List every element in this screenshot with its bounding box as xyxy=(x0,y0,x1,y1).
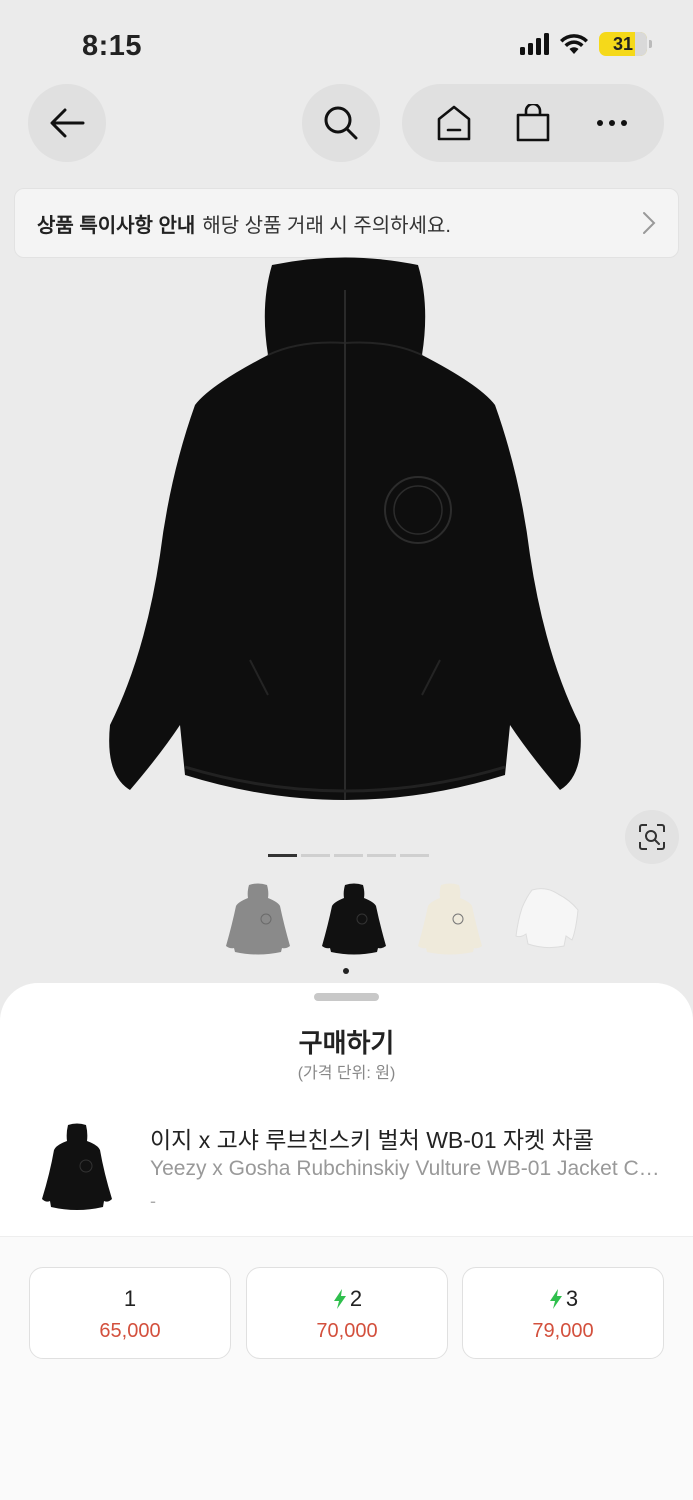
chevron-right-icon xyxy=(643,212,656,234)
size-value: 2 xyxy=(349,1286,363,1311)
product-name-en: Yeezy x Gosha Rubchinskiy Vulture WB-01 … xyxy=(150,1157,660,1180)
battery-level: 31 xyxy=(612,34,634,54)
nav-actions xyxy=(402,84,664,162)
lens-icon xyxy=(639,824,665,850)
size-value: 1 xyxy=(123,1286,137,1311)
size-price: 70,000 xyxy=(316,1320,378,1342)
product-notice-banner[interactable]: 상품 특이사항 안내 해당 상품 거래 시 주의하세요. xyxy=(14,188,679,258)
size-label: 2 xyxy=(247,1286,447,1312)
cart-button[interactable] xyxy=(503,93,563,153)
product-option: - xyxy=(150,1191,156,1211)
pager-dot xyxy=(400,854,429,857)
size-option-1[interactable]: 1 65,000 xyxy=(29,1267,231,1359)
pager-dot xyxy=(301,854,330,857)
battery-icon: 31 xyxy=(599,32,652,56)
notice-title: 상품 특이사항 안내 xyxy=(37,214,196,237)
size-value: 3 xyxy=(565,1286,579,1311)
image-pager xyxy=(268,854,429,857)
lightning-icon xyxy=(549,1289,562,1309)
home-button[interactable] xyxy=(424,93,484,153)
status-time: 8:15 xyxy=(82,30,143,62)
thumbnail-black[interactable] xyxy=(316,880,392,956)
arrow-left-icon xyxy=(50,108,85,138)
status-icons: 31 xyxy=(520,32,652,56)
thumbnail-white[interactable] xyxy=(508,880,584,956)
home-icon xyxy=(437,105,470,141)
jacket-gray-image xyxy=(226,883,290,955)
size-option-2[interactable]: 2 70,000 xyxy=(246,1267,448,1359)
more-button[interactable] xyxy=(582,93,642,153)
search-icon xyxy=(324,106,358,140)
product-thumbnail xyxy=(42,1123,112,1210)
jacket-cream-image xyxy=(418,883,482,955)
size-label: 1 xyxy=(30,1286,230,1312)
thumbnail-cream[interactable] xyxy=(412,880,488,956)
size-price: 65,000 xyxy=(99,1320,161,1342)
search-button[interactable] xyxy=(302,84,380,162)
pager-dot xyxy=(268,854,297,857)
price-unit-note: (가격 단위: 원) xyxy=(297,1065,396,1082)
purchase-sheet: 구매하기 (가격 단위: 원) 이지 x 고샤 루브친스키 벌처 WB-01 자… xyxy=(0,983,693,1500)
size-option-3[interactable]: 3 79,000 xyxy=(462,1267,664,1359)
sheet-handle[interactable] xyxy=(314,993,379,1001)
notice-text: 해당 상품 거래 시 주의하세요. xyxy=(202,214,451,237)
jacket-black-image xyxy=(322,883,386,955)
pager-dot xyxy=(334,854,363,857)
selected-thumbnail-indicator xyxy=(343,968,349,974)
color-thumbnails xyxy=(220,880,584,956)
sheet-title: 구매하기 xyxy=(298,1028,395,1058)
product-image[interactable] xyxy=(100,255,590,815)
wifi-icon xyxy=(560,34,588,54)
status-bar: 8:15 31 xyxy=(0,0,693,84)
size-options: 1 65,000 2 70,000 3 79,000 xyxy=(0,1236,693,1500)
back-button[interactable] xyxy=(28,84,106,162)
pager-dot xyxy=(367,854,396,857)
shopping-bag-icon xyxy=(516,104,550,142)
thumbnail-gray[interactable] xyxy=(220,880,296,956)
lightning-icon xyxy=(333,1289,346,1309)
jacket-white-image xyxy=(515,888,579,949)
size-label: 3 xyxy=(463,1286,663,1312)
image-search-button[interactable] xyxy=(625,810,679,864)
product-summary: 이지 x 고샤 루브친스키 벌처 WB-01 자켓 차콜 Yeezy x Gos… xyxy=(0,1103,693,1233)
size-price: 79,000 xyxy=(532,1320,594,1342)
more-dots-icon xyxy=(597,120,628,126)
cellular-signal-icon xyxy=(520,33,549,55)
product-name-ko: 이지 x 고샤 루브친스키 벌처 WB-01 자켓 차콜 xyxy=(150,1127,594,1153)
